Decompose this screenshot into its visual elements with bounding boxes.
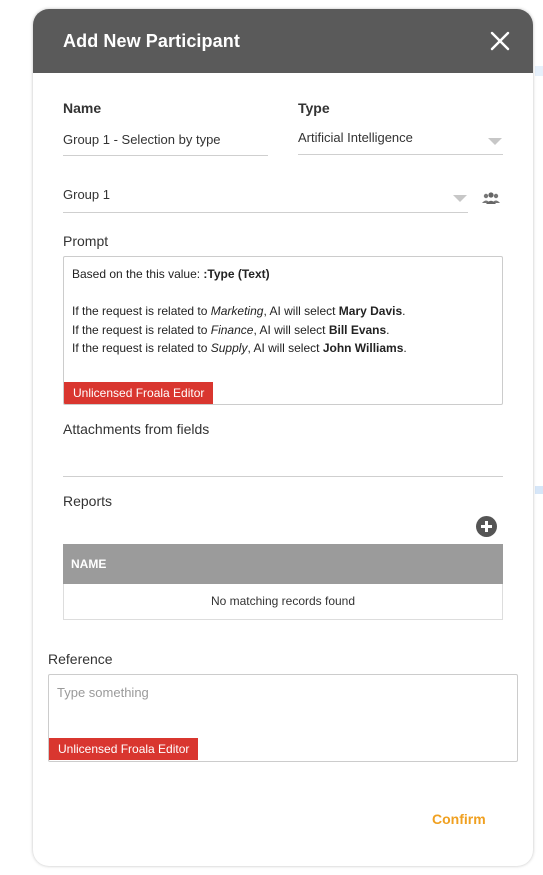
- name-label: Name: [63, 100, 102, 116]
- prompt-person: Bill Evans: [328, 322, 387, 337]
- prompt-line: Based on the this value: :Type (Text): [72, 265, 497, 284]
- close-icon: [490, 31, 510, 51]
- prompt-token: :Type (Text): [203, 267, 270, 281]
- prompt-line: If the request is related to Finance, AI…: [72, 321, 497, 340]
- prompt-topic: Marketing: [210, 304, 264, 318]
- prompt-line-text: If the request is related to: [72, 322, 211, 337]
- type-select[interactable]: Artificial Intelligence: [298, 130, 503, 154]
- prompt-topic: Finance: [210, 322, 254, 337]
- chevron-down-icon[interactable]: [488, 138, 502, 145]
- prompt-topic: Supply: [210, 341, 248, 355]
- prompt-line-text: If the request is related to: [72, 341, 211, 355]
- type-select-value: Artificial Intelligence: [298, 130, 413, 145]
- prompt-editor[interactable]: Based on the this value: :Type (Text) If…: [63, 256, 503, 405]
- prompt-person: Mary Davis: [338, 304, 403, 318]
- prompt-line-text: If the request is related to: [72, 304, 211, 318]
- unlicensed-editor-badge[interactable]: Unlicensed Froala Editor: [49, 738, 199, 760]
- prompt-line-text: , AI will select: [253, 322, 329, 337]
- background-accent: [535, 486, 543, 494]
- add-report-button[interactable]: [476, 516, 497, 537]
- attachments-field[interactable]: [63, 449, 503, 475]
- close-button[interactable]: [489, 30, 511, 52]
- group-members-button[interactable]: [481, 191, 501, 207]
- background-accent: [535, 66, 543, 76]
- reference-editor[interactable]: Type something Unlicensed Froala Editor: [48, 674, 518, 762]
- group-select-underline: [63, 212, 468, 213]
- chevron-down-icon[interactable]: [453, 195, 467, 202]
- prompt-label: Prompt: [63, 233, 109, 249]
- prompt-line-text: , AI will select: [263, 304, 339, 318]
- reports-table-header: NAME: [63, 544, 503, 584]
- prompt-line-text: .: [402, 304, 406, 318]
- unlicensed-editor-badge[interactable]: Unlicensed Froala Editor: [64, 382, 214, 404]
- prompt-line-text: .: [403, 341, 407, 355]
- dialog-header: Add New Participant: [33, 9, 533, 73]
- reference-label: Reference: [48, 651, 113, 667]
- confirm-button[interactable]: Confirm: [432, 811, 486, 827]
- type-label: Type: [298, 100, 330, 116]
- prompt-line-text: Based on the this value:: [72, 267, 204, 281]
- group-people-icon: [482, 192, 500, 204]
- name-input-underline: [63, 155, 268, 156]
- dialog-title: Add New Participant: [63, 31, 240, 51]
- type-select-underline: [298, 154, 503, 155]
- prompt-line: If the request is related to Marketing, …: [72, 302, 497, 321]
- prompt-line-text: .: [386, 322, 390, 337]
- attachments-label: Attachments from fields: [63, 421, 210, 437]
- prompt-line-text: , AI will select: [247, 341, 323, 355]
- add-participant-dialog: Add New Participant Name Group 1 - Selec…: [33, 9, 533, 866]
- column-header-name[interactable]: NAME: [71, 557, 106, 571]
- prompt-line: If the request is related to Supply, AI …: [72, 339, 497, 358]
- name-input[interactable]: Group 1 - Selection by type: [63, 132, 268, 152]
- reference-placeholder: Type something: [57, 685, 149, 700]
- reports-table-body: No matching records found: [63, 584, 503, 620]
- prompt-text: Based on the this value: :Type (Text) If…: [72, 265, 497, 358]
- group-select[interactable]: Group 1: [63, 187, 468, 211]
- group-select-value: Group 1: [63, 187, 110, 202]
- reports-label: Reports: [63, 493, 113, 509]
- empty-table-message: No matching records found: [210, 594, 356, 608]
- attachments-underline: [63, 476, 503, 477]
- prompt-person: John Williams: [322, 341, 404, 355]
